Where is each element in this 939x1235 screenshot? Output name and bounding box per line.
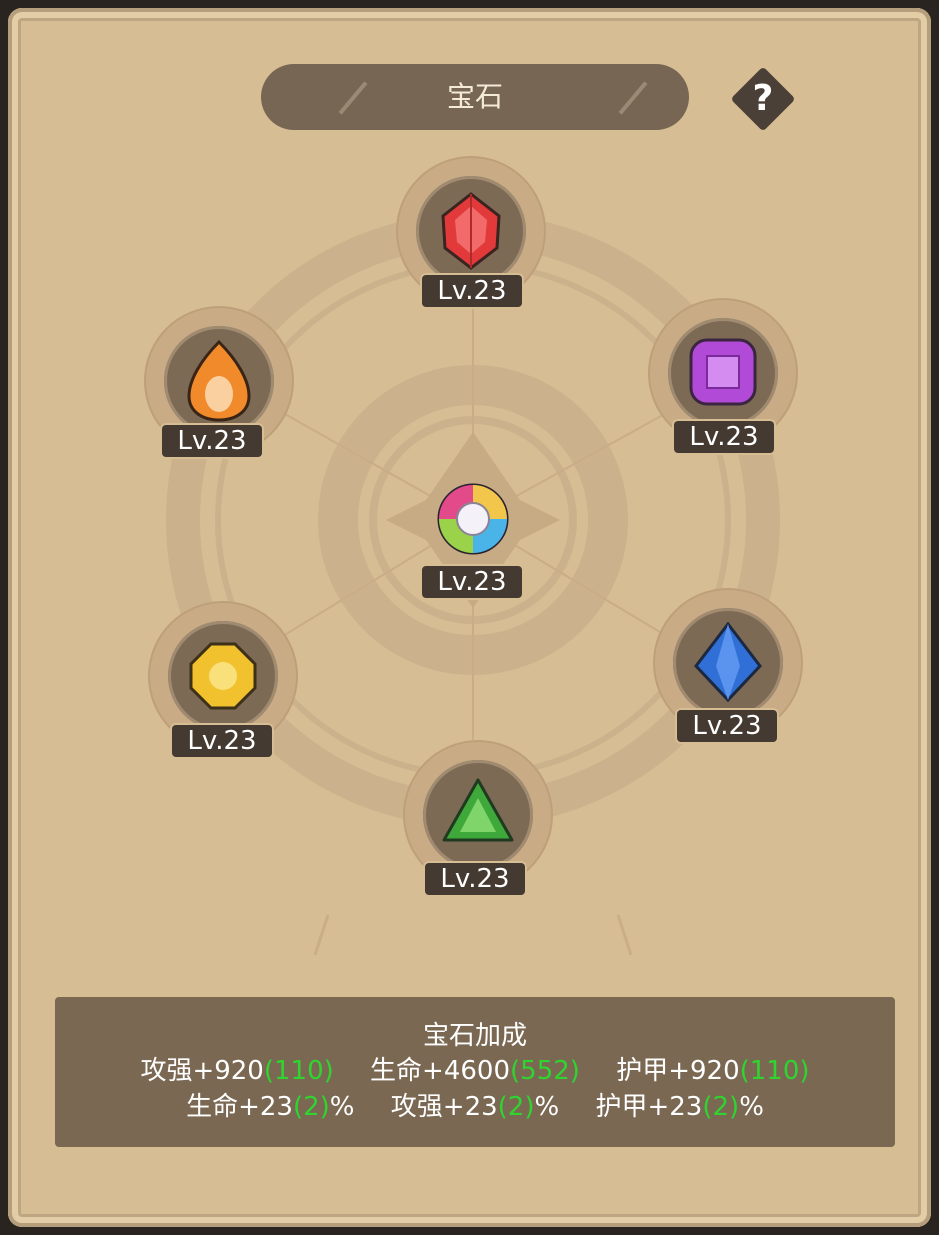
level-badge: Lv.23 bbox=[674, 421, 774, 453]
stat-armor-percent: 护甲+23(2)% bbox=[595, 1092, 764, 1122]
bottom-decor bbox=[313, 914, 633, 956]
level-badge: Lv.23 bbox=[422, 566, 522, 598]
green-gem-icon bbox=[442, 778, 514, 842]
bonus-row-1: 攻强+920(110) 生命+4600(552) 护甲+920(110) bbox=[55, 1053, 895, 1089]
stat-attack: 攻强+920(110) bbox=[140, 1056, 334, 1086]
stat-health-percent: 生命+23(2)% bbox=[186, 1092, 355, 1122]
blue-gem-icon bbox=[694, 621, 762, 703]
level-badge: Lv.23 bbox=[162, 425, 262, 457]
bonus-title: 宝石加成 bbox=[422, 1021, 527, 1051]
red-gem-icon bbox=[441, 192, 501, 270]
gem-bonus-box: 宝石加成 攻强+920(110) 生命+4600(552) 护甲+920(110… bbox=[55, 997, 895, 1147]
orange-gem-icon bbox=[187, 339, 251, 422]
rainbow-gem-icon bbox=[437, 483, 509, 555]
level-badge: Lv.23 bbox=[677, 710, 777, 742]
stat-armor: 护甲+920(110) bbox=[616, 1056, 810, 1086]
level-badge: Lv.23 bbox=[172, 725, 272, 757]
yellow-gem-icon bbox=[189, 642, 257, 710]
stat-attack-percent: 攻强+23(2)% bbox=[390, 1092, 560, 1122]
purple-gem-icon bbox=[689, 338, 757, 406]
stat-health: 生命+4600(552) bbox=[370, 1056, 580, 1086]
bonus-row-2: 生命+23(2)% 攻强+23(2)% 护甲+23(2)% bbox=[55, 1089, 895, 1125]
level-badge: Lv.23 bbox=[422, 275, 522, 307]
level-badge: Lv.23 bbox=[425, 863, 525, 895]
